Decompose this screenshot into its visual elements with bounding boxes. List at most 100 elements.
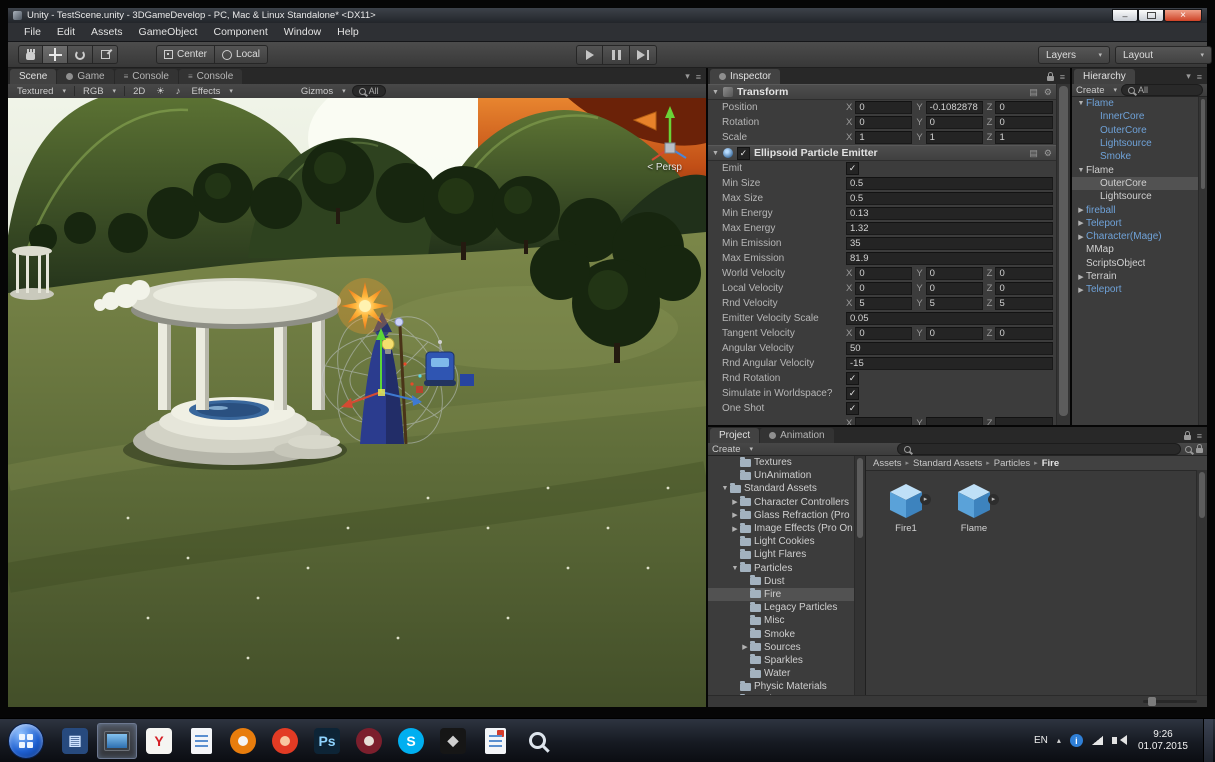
asset-scrollbar[interactable] [1196, 470, 1207, 695]
inspector-scrollbar[interactable] [1056, 84, 1070, 425]
hierarchy-item[interactable]: OuterCore [1072, 124, 1207, 137]
hierarchy-item[interactable]: ▶ fireball [1072, 203, 1207, 216]
tab-hierarchy[interactable]: Hierarchy [1074, 69, 1135, 84]
panel-menu-icon[interactable]: ≡ [1197, 72, 1202, 82]
project-folder-item[interactable]: ▼ Standard Assets [708, 482, 854, 495]
lock-icon[interactable] [1183, 431, 1191, 440]
pause-button[interactable] [603, 45, 630, 65]
project-tree-scrollbar[interactable] [854, 456, 865, 695]
project-folder-item[interactable]: Smoke [708, 627, 854, 640]
menu-assets[interactable]: Assets [83, 26, 131, 38]
help-book-icon[interactable]: ▤ [1029, 148, 1038, 159]
foldout-arrow[interactable]: ▶ [730, 511, 740, 519]
close-button[interactable]: × [1164, 9, 1202, 22]
pivot-rotation-button[interactable]: Local [215, 45, 268, 64]
hierarchy-item[interactable]: ▼ Flame [1072, 163, 1207, 176]
value-field[interactable]: 0.05 [846, 312, 1053, 325]
scrollbar-thumb[interactable] [1059, 86, 1068, 416]
render-mode-dropdown[interactable]: RGB ▾ [78, 85, 121, 97]
breadcrumb-item[interactable]: Standard Assets [913, 458, 982, 469]
lock-icon[interactable] [1046, 72, 1054, 81]
project-folder-item[interactable]: Light Flares [708, 548, 854, 561]
axis-field[interactable]: 0 [925, 327, 983, 340]
perspective-label[interactable]: < Persp [647, 162, 682, 173]
blender-icon[interactable] [223, 723, 263, 759]
network-icon[interactable] [1091, 736, 1103, 745]
foldout-open-icon[interactable]: ▼ [712, 89, 719, 96]
axis-field[interactable]: 0 [925, 267, 983, 280]
scale-tool-button[interactable] [93, 45, 118, 64]
play-button[interactable] [576, 45, 603, 65]
language-indicator[interactable]: EN [1034, 735, 1048, 746]
axis-field[interactable]: 0 [855, 116, 913, 129]
panel-menu-icon[interactable]: ≡ [1060, 72, 1065, 82]
axis-field[interactable]: 0 [995, 282, 1053, 295]
value-field[interactable]: 0.13 [846, 207, 1053, 220]
tab-console-3[interactable]: ≡ Console [178, 69, 243, 84]
foldout-arrow[interactable]: ▶ [1076, 233, 1086, 241]
scrollbar-thumb[interactable] [1199, 472, 1205, 518]
scrollbar-thumb[interactable] [857, 458, 863, 538]
project-folder-item[interactable]: ▶ Glass Refraction (Pro [708, 509, 854, 522]
transform-component-header[interactable]: ▼ Transform ▤ ⚙ [708, 84, 1070, 100]
active-window-monitor-icon[interactable] [97, 722, 137, 759]
axis-field[interactable] [925, 417, 983, 425]
hierarchy-item[interactable]: ▼ Flame [1072, 97, 1207, 110]
slider-thumb[interactable] [1148, 697, 1156, 706]
effects-dropdown[interactable]: Effects ▾ [187, 85, 238, 97]
gear-icon[interactable]: ⚙ [1044, 148, 1052, 159]
chevron-down-icon[interactable]: ▾ [1186, 71, 1191, 82]
photoshop-icon[interactable]: Ps [307, 723, 347, 759]
foldout-arrow[interactable]: ▶ [1076, 286, 1086, 294]
tab-inspector[interactable]: Inspector [710, 69, 781, 84]
help-book-icon[interactable]: ▤ [1029, 87, 1038, 98]
unity-editor-icon[interactable]: ◆ [433, 723, 473, 759]
hierarchy-item[interactable]: InnerCore [1072, 110, 1207, 123]
pivot-mode-button[interactable]: Center [156, 45, 216, 64]
project-folder-item[interactable]: Water [708, 667, 854, 680]
axis-field[interactable]: 0 [855, 267, 913, 280]
project-folder-item[interactable]: ▶ Character Controllers [708, 496, 854, 509]
library-icon[interactable]: ▤ [55, 723, 95, 759]
axis-field[interactable]: 1 [995, 131, 1053, 144]
foldout-arrow[interactable]: ▼ [720, 485, 730, 492]
axis-field[interactable]: 0 [925, 116, 983, 129]
hierarchy-item[interactable]: MMap [1072, 243, 1207, 256]
hierarchy-item[interactable]: ▶ Character(Mage) [1072, 230, 1207, 243]
project-folder-item[interactable]: Misc [708, 614, 854, 627]
menu-component[interactable]: Component [205, 26, 275, 38]
menu-window[interactable]: Window [276, 26, 329, 38]
project-folder-item[interactable]: ▶ Sources [708, 641, 854, 654]
axis-field[interactable]: 0 [855, 101, 913, 114]
hierarchy-item[interactable]: Lightsource [1072, 137, 1207, 150]
axis-field[interactable]: 5 [925, 297, 983, 310]
emitter-component-header[interactable]: ▼ ✓ Ellipsoid Particle Emitter ▤ ⚙ [708, 145, 1070, 161]
tab-game-1[interactable]: Game [57, 69, 114, 84]
value-field[interactable]: -15 [846, 357, 1053, 370]
minimize-button[interactable]: – [1112, 9, 1138, 22]
menu-help[interactable]: Help [329, 26, 367, 38]
2d-toggle[interactable]: 2D [128, 85, 150, 97]
document-editor-icon[interactable] [181, 723, 221, 759]
start-button[interactable] [8, 722, 44, 759]
hierarchy-item[interactable]: ▶ Teleport [1072, 217, 1207, 230]
layers-dropdown[interactable]: Layers ▾ [1038, 46, 1110, 64]
asset-item[interactable]: ▸ Fire1 [880, 481, 932, 534]
axis-field[interactable]: 5 [855, 297, 913, 310]
project-folder-item[interactable]: UnAnimation [708, 469, 854, 482]
asset-item[interactable]: ▸ Flame [948, 481, 1000, 534]
axis-field[interactable]: 0 [995, 116, 1053, 129]
foldout-open-icon[interactable]: ▼ [712, 150, 719, 157]
property-checkbox[interactable]: ✓ [846, 372, 859, 385]
foldout-arrow[interactable]: ▼ [1076, 100, 1086, 107]
project-folder-item[interactable]: Physic Materials [708, 680, 854, 693]
create-button[interactable]: Create ▾ [712, 444, 753, 455]
axis-field[interactable]: 0 [855, 282, 913, 295]
scene-lighting-toggle[interactable]: ☀ [151, 85, 170, 97]
info-tray-icon[interactable]: i [1069, 734, 1083, 747]
move-tool-button[interactable] [43, 45, 68, 64]
hidden-icons-arrow[interactable]: ▴ [1057, 736, 1061, 745]
gizmos-dropdown[interactable]: Gizmos ▾ [296, 85, 351, 97]
project-folder-item[interactable]: Light Cookies [708, 535, 854, 548]
menu-gameobject[interactable]: GameObject [131, 26, 206, 38]
